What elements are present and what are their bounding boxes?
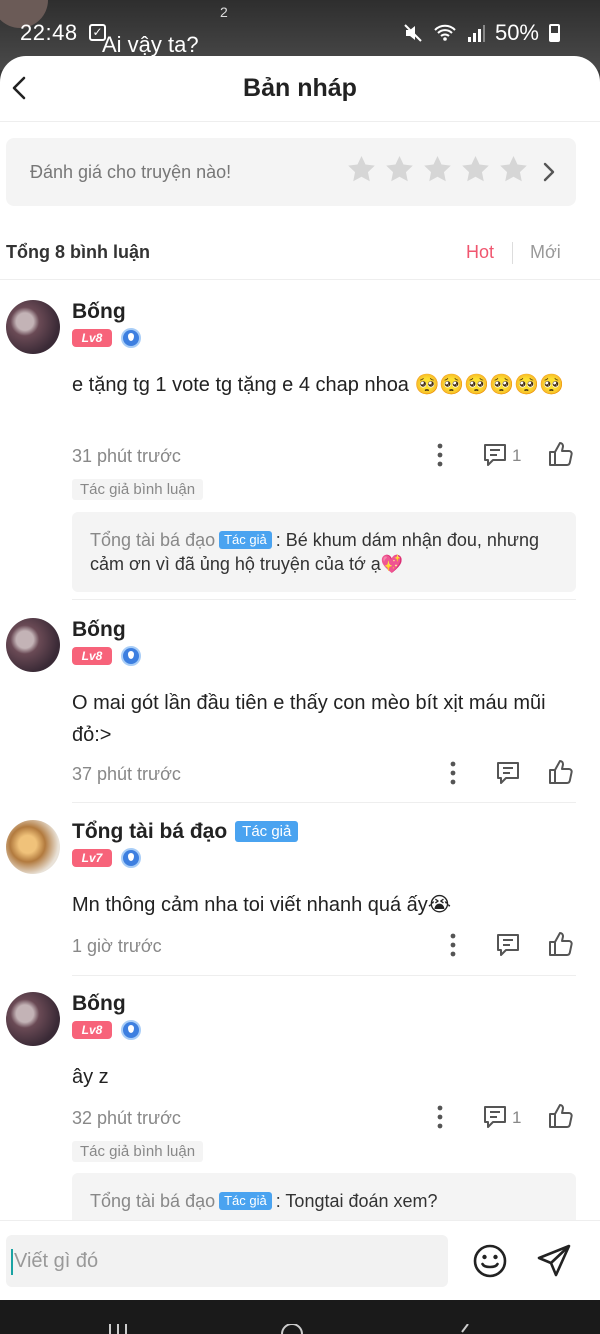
sort-divider	[512, 242, 513, 264]
comment-username[interactable]: Bống	[72, 618, 126, 642]
level-badge: Lv8	[72, 1021, 112, 1039]
more-vertical-icon[interactable]	[440, 932, 466, 958]
author-name: Tổng tài bá đạo	[72, 820, 228, 843]
comment-icon[interactable]	[482, 1104, 508, 1130]
comment-time: 31 phút trước	[72, 446, 181, 466]
battery-icon	[549, 24, 560, 42]
avatar[interactable]	[6, 992, 60, 1046]
status-time: 22:48	[20, 20, 78, 45]
rating-prompt: Đánh giá cho truyện nào!	[30, 162, 232, 182]
comment-text: Mn thông cảm nha toi viết nhanh quá ấy😭	[72, 894, 452, 916]
sort-hot-tab[interactable]: Hot	[466, 242, 494, 263]
comment-divider	[72, 599, 576, 600]
comment-username[interactable]: Bống	[72, 992, 126, 1016]
reply-author-name: Tổng tài bá đạo	[90, 530, 216, 550]
comment-icon[interactable]	[495, 760, 521, 786]
system-nav-bar	[0, 1300, 600, 1334]
comment-time: 37 phút trước	[72, 764, 181, 784]
thumbs-up-icon[interactable]	[548, 441, 574, 467]
comment-text: ây z	[72, 1066, 109, 1088]
back-nav-icon[interactable]	[454, 1324, 478, 1334]
comment-divider	[72, 975, 576, 976]
comment-total: Tổng 8 bình luận	[6, 242, 150, 262]
comment-icon[interactable]	[482, 442, 508, 468]
status-icons: 50%	[403, 20, 560, 46]
star-icon[interactable]	[422, 154, 453, 185]
text-caret	[11, 1249, 13, 1275]
rating-stars[interactable]	[346, 154, 529, 185]
author-reply[interactable]: Tổng tài bá đạo Tác giả: Bé khum dám nhận…	[72, 512, 576, 592]
star-icon[interactable]	[346, 154, 377, 185]
reply-author-name: Tổng tài bá đạo	[90, 1191, 216, 1211]
star-icon[interactable]	[460, 154, 491, 185]
avatar[interactable]	[6, 618, 60, 672]
comment-time: 32 phút trước	[72, 1108, 181, 1128]
thumbs-up-icon[interactable]	[548, 931, 574, 957]
more-vertical-icon[interactable]	[440, 760, 466, 786]
reply-text: : Tongtai đoán xem?	[275, 1191, 438, 1211]
send-icon[interactable]	[536, 1243, 572, 1279]
comments-sheet: Bản nháp Đánh giá cho truyện nào! Tổng 8…	[0, 56, 600, 1300]
recent-apps-icon[interactable]	[106, 1324, 130, 1334]
level-badge: Lv8	[72, 647, 112, 665]
sheet-header: Bản nháp	[0, 56, 600, 122]
background-title: Ai vậy ta?	[102, 32, 199, 57]
background-superscript: 2	[220, 4, 228, 20]
comment-composer	[0, 1220, 600, 1300]
chevron-right-icon[interactable]	[540, 160, 558, 184]
wifi-icon	[434, 24, 456, 41]
thumbs-up-icon[interactable]	[548, 759, 574, 785]
comment-input[interactable]	[6, 1235, 448, 1287]
comment-sort-row: Tổng 8 bình luận Hot Mới	[0, 240, 600, 280]
comment-divider	[72, 802, 576, 803]
level-badge: Lv7	[72, 849, 112, 867]
verified-badge-icon	[121, 328, 141, 348]
sort-new-tab[interactable]: Mới	[530, 242, 561, 263]
comment-text: O mai gót lần đầu tiên e thấy con mèo bí…	[72, 692, 546, 746]
more-vertical-icon[interactable]	[427, 1104, 453, 1130]
smiley-icon[interactable]	[472, 1243, 508, 1279]
avatar[interactable]	[6, 300, 60, 354]
star-icon[interactable]	[498, 154, 529, 185]
battery-percent: 50%	[494, 20, 539, 45]
reply-count: 1	[512, 1108, 522, 1127]
level-badge: Lv8	[72, 329, 112, 347]
signal-icon	[467, 25, 485, 42]
verified-badge-icon	[121, 848, 141, 868]
reply-count: 1	[512, 446, 522, 465]
star-icon[interactable]	[384, 154, 415, 185]
author-tag: Tác giả	[219, 531, 272, 549]
mute-icon	[404, 24, 422, 42]
author-commented-label: Tác giả bình luận	[72, 479, 204, 500]
rating-box[interactable]: Đánh giá cho truyện nào!	[6, 138, 576, 206]
verified-badge-icon	[121, 1020, 141, 1040]
author-tag: Tác giả	[219, 1192, 272, 1210]
author-commented-label: Tác giả bình luận	[72, 1141, 204, 1162]
comment-text: e tặng tg 1 vote tg tặng e 4 chap nhoa 🥺…	[72, 374, 564, 396]
comment-time: 1 giờ trước	[72, 936, 162, 956]
more-vertical-icon[interactable]	[427, 442, 453, 468]
avatar[interactable]	[6, 820, 60, 874]
comment-username[interactable]: Bống	[72, 300, 126, 324]
thumbs-up-icon[interactable]	[548, 1103, 574, 1129]
page-title: Bản nháp	[243, 74, 357, 102]
author-tag: Tác giả	[235, 821, 299, 842]
verified-badge-icon	[121, 646, 141, 666]
home-icon[interactable]	[280, 1324, 304, 1334]
comment-username[interactable]: Tổng tài bá đạo Tác giả	[72, 820, 299, 844]
comment-icon[interactable]	[495, 932, 521, 958]
